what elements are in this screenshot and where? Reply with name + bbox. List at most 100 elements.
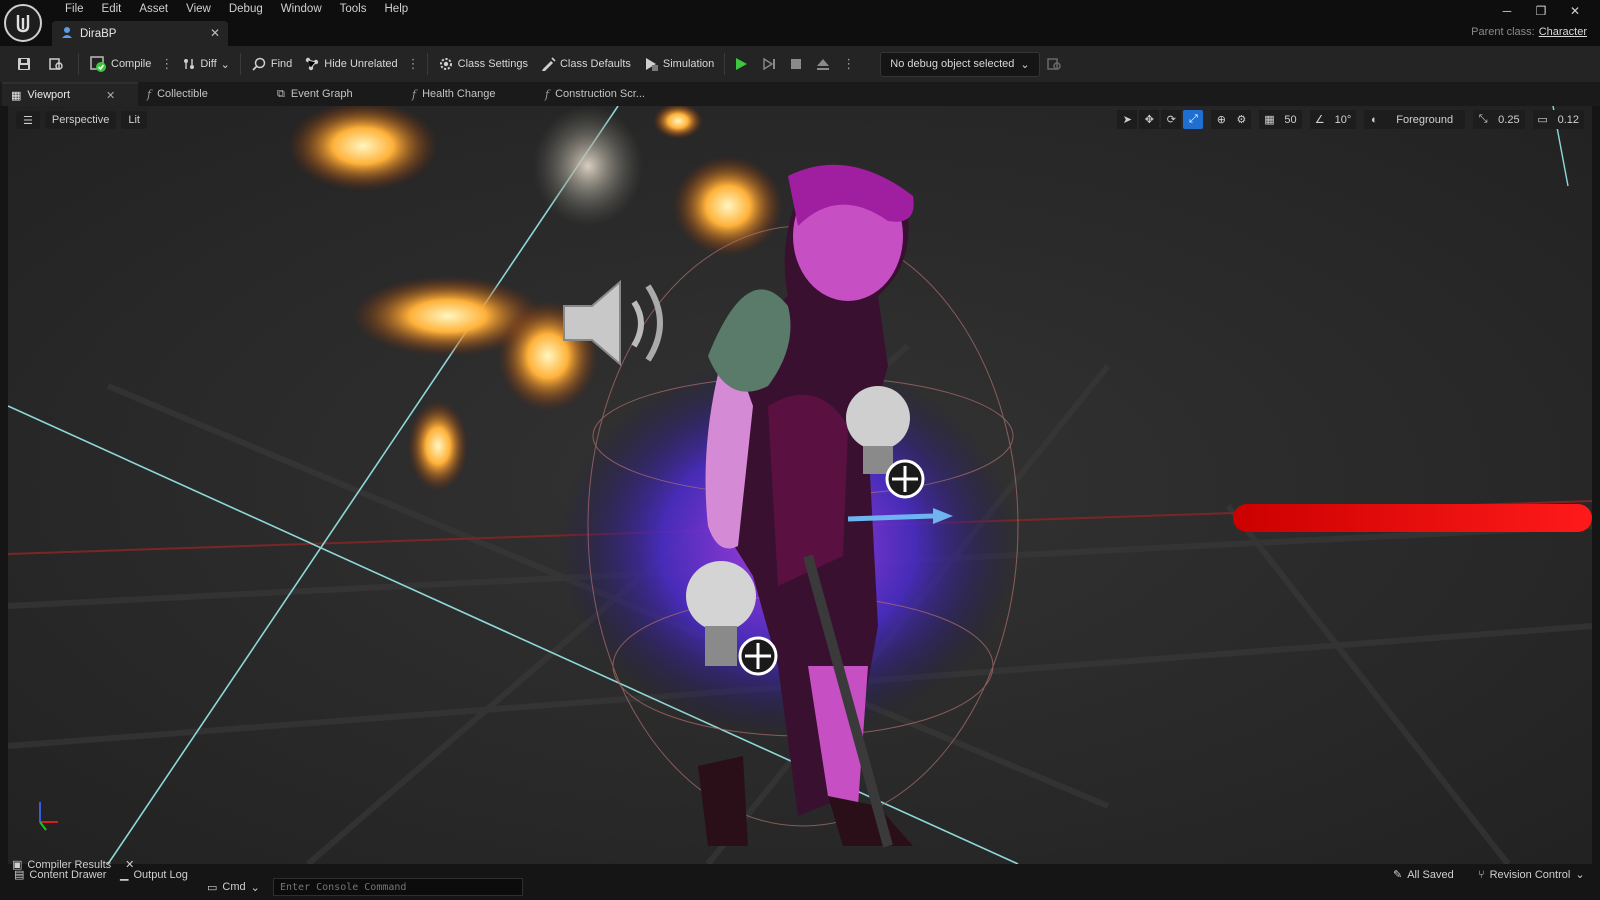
title-bar: File Edit Asset View Debug Window Tools … [0,0,1600,46]
compile-options-icon[interactable]: ⋮ [157,56,176,72]
layer-icon[interactable]: ◐ [1364,110,1385,129]
find-button[interactable]: Find [245,50,298,78]
content-drawer-button[interactable]: ▤ Content Drawer [14,868,107,882]
blueprint-icon [61,26,73,41]
restore-icon[interactable]: ❐ [1524,2,1558,20]
save-button[interactable] [10,50,42,78]
tab-event-graph[interactable]: ⧉ Event Graph [268,82,403,106]
function-icon: f [412,87,417,101]
tab-viewport[interactable]: ▦ Viewport ✕ [2,82,138,106]
lit-button[interactable]: Lit [121,111,147,129]
tab-health-change[interactable]: f Health Change [403,82,536,106]
menu-edit[interactable]: Edit [93,2,131,20]
advance-frame-button[interactable] [757,50,785,78]
console-input[interactable] [273,878,523,896]
layer-value[interactable]: Foreground [1384,110,1466,129]
advance-frame-icon [763,57,776,71]
content-drawer-label: Content Drawer [29,868,107,881]
scale-snap-value[interactable]: 0.25 [1493,110,1525,129]
viewport-toolbar-left: ☰ Perspective Lit [16,111,147,129]
save-status-icon: ✎ [1393,869,1403,881]
class-settings-button[interactable]: Class Settings [432,50,534,78]
parent-class: Parent class: Character [1471,26,1587,38]
play-button[interactable] [729,50,757,78]
play-options-icon[interactable]: ⋮ [839,56,858,72]
translate-mode-icon[interactable]: ✥ [1139,110,1160,129]
viewport[interactable]: ☰ Perspective Lit ➤ ✥ ⟳ ⤢ ⊕ ⚙ ▦ 50 ∠ 10°… [8,106,1592,864]
camera-speed-value[interactable]: 0.12 [1552,110,1584,129]
revision-control-label: Revision Control [1489,868,1571,881]
status-bar: ▣ Compiler Results ✕ ▤ Content Drawer ▁ … [0,859,1600,900]
tab-construction-script[interactable]: f Construction Scr... [536,82,666,106]
coordinate-system-icon[interactable]: ⊕ [1211,110,1232,129]
menu-view[interactable]: View [177,2,220,20]
close-window-icon[interactable]: ✕ [1558,2,1592,20]
viewport-icon: ▦ [11,89,22,102]
asset-tab-label: DiraBP [80,27,117,40]
stop-button[interactable] [785,50,811,78]
revision-control-button[interactable]: ⑂ Revision Control ⌄ [1478,868,1585,882]
close-icon[interactable]: ✕ [106,89,115,102]
diff-button[interactable]: Diff ⌄ [176,50,236,78]
simulation-icon [645,58,658,71]
tab-collectible[interactable]: f Collectible [138,82,268,106]
hide-unrelated-button[interactable]: Hide Unrelated [298,50,403,78]
grid-snap-value[interactable]: 50 [1279,110,1302,129]
select-mode-icon[interactable]: ➤ [1117,110,1138,129]
rotate-mode-icon[interactable]: ⟳ [1161,110,1182,129]
all-saved-button[interactable]: ✎ All Saved [1393,868,1454,882]
tab-construction-script-label: Construction Scr... [555,88,645,100]
tab-health-change-label: Health Change [422,88,496,100]
find-label: Find [270,58,293,70]
smoke-effect [533,106,643,226]
class-defaults-icon [541,57,556,71]
perspective-button[interactable]: Perspective [44,111,117,129]
content-drawer-icon: ▤ [14,869,25,881]
asset-tab[interactable]: DiraBP ✕ [52,21,228,46]
play-icon [736,58,748,70]
tab-viewport-label: Viewport [27,89,71,101]
scale-mode-icon[interactable]: ⤢ [1183,110,1204,129]
compile-button[interactable]: Compile [83,50,157,78]
tab-collectible-label: Collectible [157,88,208,100]
grid-snap-icon[interactable]: ▦ [1259,110,1280,129]
menu-window[interactable]: Window [272,2,331,20]
scale-snap-icon[interactable]: ⤡ [1473,110,1494,129]
debug-browse-icon [1046,58,1061,70]
browse-button[interactable] [42,50,74,78]
viewport-menu-button[interactable]: ☰ [16,111,40,129]
output-log-label: Output Log [133,868,188,881]
chevron-down-icon: ⌄ [1575,869,1585,881]
compile-icon [90,56,106,72]
parent-class-link[interactable]: Character [1539,26,1587,38]
menu-debug[interactable]: Debug [220,2,272,20]
menu-file[interactable]: File [56,2,93,20]
separator [239,53,241,75]
tab-event-graph-label: Event Graph [290,88,353,100]
separator [724,53,726,75]
minimize-icon[interactable]: ─ [1490,2,1524,20]
rotation-snap-icon[interactable]: ∠ [1309,110,1330,129]
unreal-logo-icon[interactable] [4,4,42,42]
simulation-button[interactable]: Simulation [637,50,720,78]
more-options-icon[interactable]: ⋮ [404,56,423,72]
debug-browse-button[interactable] [1040,50,1072,78]
diff-icon [184,59,195,69]
rotation-snap-value[interactable]: 10° [1329,110,1357,129]
cmd-label: Cmd [222,881,246,893]
class-defaults-button[interactable]: Class Defaults [534,50,637,78]
output-log-button[interactable]: ▁ Output Log [120,868,188,882]
cmd-select[interactable]: ▭ Cmd ⌄ [207,878,260,896]
diff-label: Diff [200,58,217,70]
chevron-down-icon: ⌄ [250,881,260,894]
viewport-scene[interactable] [8,106,1592,864]
menu-asset[interactable]: Asset [130,2,177,20]
surface-snap-icon[interactable]: ⚙ [1231,110,1252,129]
close-icon[interactable]: ✕ [210,26,220,40]
menu-tools[interactable]: Tools [331,2,376,20]
chevron-down-icon: ⌄ [220,58,230,71]
menu-help[interactable]: Help [376,2,418,20]
camera-speed-icon[interactable]: ▭ [1532,110,1553,129]
debug-object-select[interactable]: No debug object selected ⌄ [880,51,1040,77]
eject-button[interactable] [811,50,839,78]
